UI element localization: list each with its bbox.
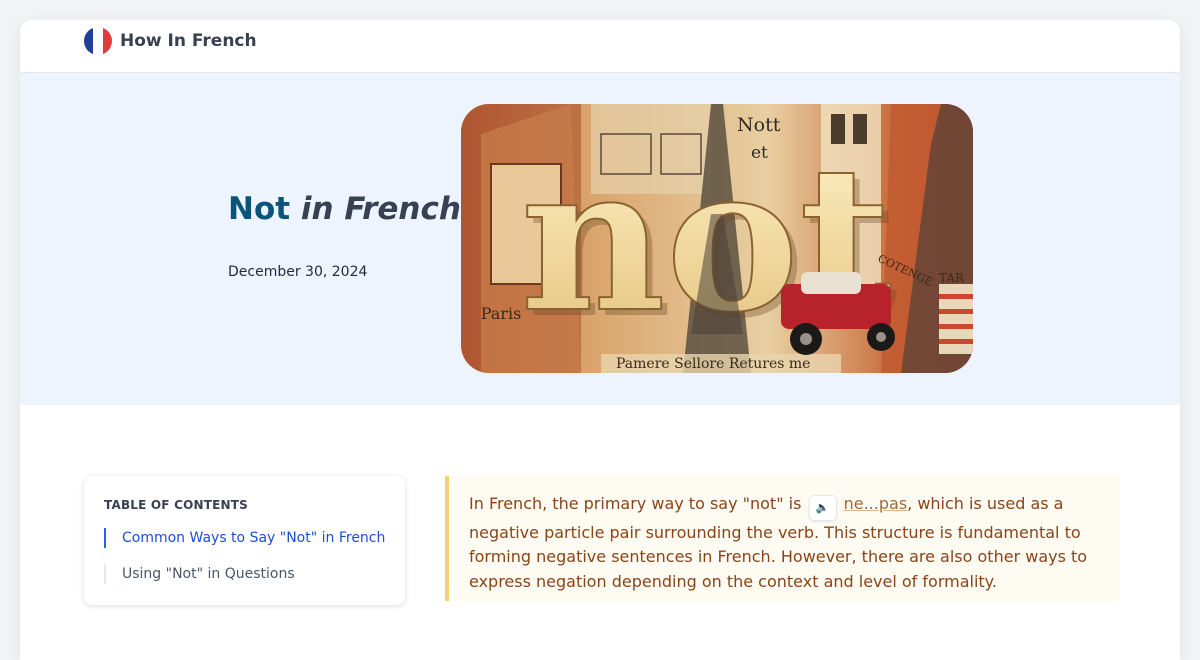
title-rest: in French — [300, 191, 461, 227]
term-ne-pas[interactable]: ne...pas — [844, 494, 908, 513]
title-main: Not — [228, 191, 291, 227]
image-text-6: TAR — [939, 271, 965, 285]
intro-callout: In French, the primary way to say "not" … — [445, 476, 1119, 601]
hero-illustration: Nott et Pamere Sellore Retures me COTENG… — [461, 104, 973, 373]
intro-text-before: In French, the primary way to say "not" … — [469, 494, 807, 513]
brand-name: How In French — [120, 31, 257, 51]
speaker-icon[interactable]: 🔈 — [808, 495, 837, 521]
france-flag-icon — [84, 27, 112, 55]
page-title: Not in French — [228, 191, 461, 227]
hero-image: Nott et Pamere Sellore Retures me COTENG… — [461, 104, 973, 373]
publish-date: December 30, 2024 — [228, 264, 368, 280]
toc-item-common-ways[interactable]: Common Ways to Say "Not" in French — [104, 528, 412, 548]
image-text-3: Paris — [481, 304, 522, 323]
table-of-contents: TABLE OF CONTENTS Common Ways to Say "No… — [84, 476, 405, 605]
hero-section: Not in French December 30, 2024 Nott et … — [20, 73, 1180, 405]
site-header: How In French — [20, 20, 1180, 73]
page-card: How In French Not in French December 30,… — [20, 20, 1180, 660]
intro-paragraph: In French, the primary way to say "not" … — [469, 492, 1105, 594]
brand-link[interactable]: How In French — [84, 27, 257, 55]
toc-title: TABLE OF CONTENTS — [104, 498, 248, 512]
toc-item-questions[interactable]: Using "Not" in Questions — [104, 564, 412, 584]
